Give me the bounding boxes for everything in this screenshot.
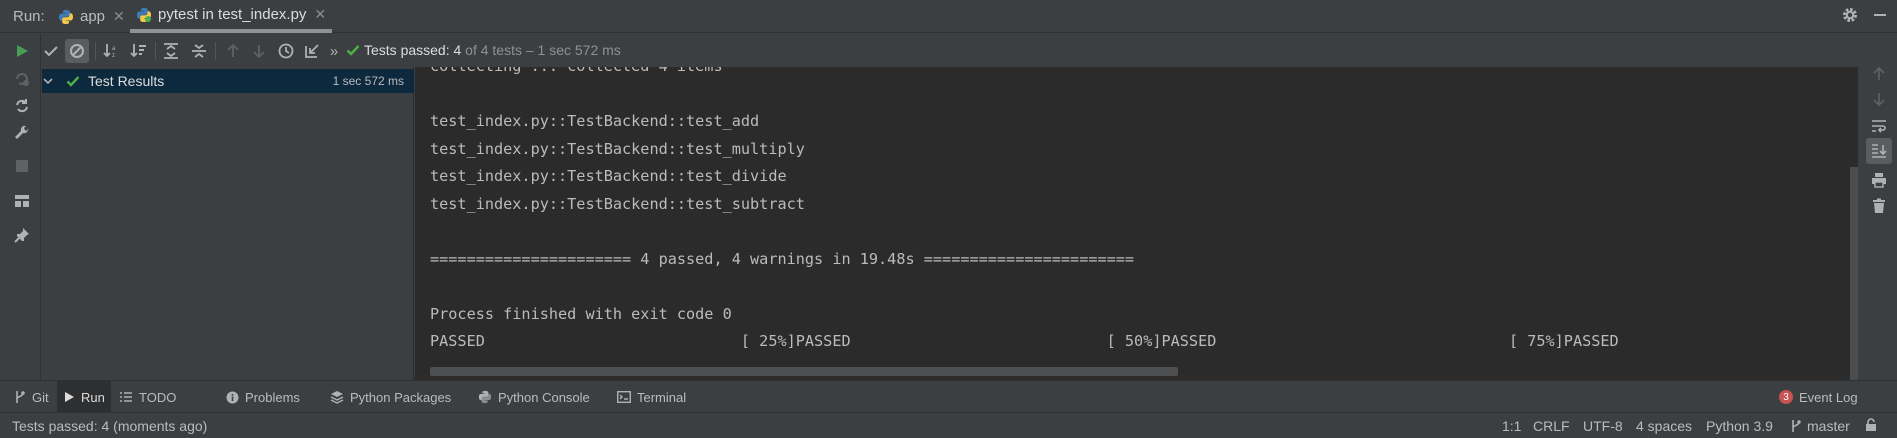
test-results-tree: Test Results 1 sec 572 ms (42, 67, 414, 380)
info-icon (226, 391, 239, 404)
chevron-down-icon[interactable] (42, 75, 54, 87)
gear-icon[interactable] (1841, 6, 1859, 24)
tool-python-console[interactable]: Python Console (472, 381, 596, 413)
vertical-scrollbar[interactable] (1850, 167, 1858, 380)
run-icon (63, 391, 75, 403)
check-icon (66, 74, 80, 88)
todo-list-icon (119, 391, 133, 403)
trash-icon[interactable] (1869, 196, 1889, 216)
show-ignored-icon[interactable] (65, 39, 89, 63)
terminal-icon (617, 391, 631, 403)
tool-problems[interactable]: Problems (220, 381, 306, 413)
tab-pytest[interactable]: pytest in test_index.py ✕ (130, 0, 333, 33)
tab-app[interactable]: app ✕ (52, 0, 131, 33)
tool-label: Git (32, 389, 49, 405)
show-passed-icon[interactable] (39, 39, 63, 63)
python-icon (58, 9, 74, 25)
run-side-toolbar (0, 34, 41, 380)
tab-label: pytest in test_index.py (158, 6, 307, 23)
status-bar: Tests passed: 4 (moments ago) 1:1 CRLF U… (0, 412, 1897, 438)
svg-text:a: a (112, 46, 116, 52)
tool-python-packages[interactable]: Python Packages (324, 381, 457, 413)
test-runner-toolbar: az » Tests passed: 4 of 4 tests – 1 sec … (42, 34, 1897, 67)
stop-icon[interactable] (11, 155, 33, 177)
tool-label: TODO (139, 389, 177, 405)
event-count-badge: 3 (1779, 390, 1793, 404)
line-separator[interactable]: CRLF (1533, 418, 1570, 434)
history-icon[interactable] (274, 39, 298, 63)
caret-position[interactable]: 1:1 (1502, 418, 1521, 434)
run-label: Run: (13, 8, 45, 25)
tool-todo[interactable]: TODO (113, 381, 182, 413)
tool-window-bar: Git Run TODO Problems Python Packages Py… (0, 380, 1897, 413)
expand-all-icon[interactable] (159, 39, 183, 63)
tool-label: Python Console (498, 389, 590, 405)
git-branch-icon (1791, 419, 1801, 433)
run-tab-bar: Run: app ✕ pytest in test_index.py ✕ (0, 0, 1897, 33)
horizontal-scrollbar[interactable] (430, 367, 1178, 376)
check-icon (346, 43, 360, 57)
pin-icon[interactable] (11, 224, 33, 246)
up-arrow-icon[interactable] (1869, 64, 1889, 84)
soft-wrap-icon[interactable] (1869, 116, 1889, 136)
collapse-all-icon[interactable] (187, 39, 211, 63)
tool-label: Problems (245, 389, 300, 405)
tool-terminal[interactable]: Terminal (611, 381, 692, 413)
wrench-icon[interactable] (11, 122, 33, 144)
print-icon[interactable] (1869, 170, 1889, 190)
python-icon (478, 390, 492, 404)
import-tests-icon[interactable] (300, 39, 324, 63)
tool-run[interactable]: Run (57, 381, 111, 413)
previous-failed-icon[interactable] (221, 39, 245, 63)
more-actions-icon[interactable]: » (322, 39, 346, 63)
tree-root-test-results[interactable]: Test Results 1 sec 572 ms (42, 69, 414, 93)
rerun-failed-icon[interactable] (11, 68, 33, 90)
tests-total-duration: of 4 tests – 1 sec 572 ms (461, 42, 621, 58)
git-branch-name: master (1807, 418, 1850, 434)
toggle-auto-test-icon[interactable] (11, 95, 33, 117)
tool-label: Event Log (1799, 389, 1858, 405)
tool-label: Python Packages (350, 389, 452, 405)
tree-root-label: Test Results (88, 73, 165, 89)
layers-icon (330, 390, 344, 404)
pytest-icon (136, 7, 152, 23)
svg-text:z: z (112, 53, 115, 59)
sort-by-duration-icon[interactable] (127, 39, 151, 63)
tab-label: app (80, 8, 106, 25)
close-icon[interactable]: ✕ (113, 8, 125, 25)
tool-event-log[interactable]: 3 Event Log (1773, 381, 1864, 413)
sort-alphabetically-icon[interactable]: az (100, 39, 124, 63)
tool-label: Run (81, 389, 105, 405)
tree-root-time: 1 sec 572 ms (332, 74, 404, 88)
file-encoding[interactable]: UTF-8 (1583, 418, 1623, 434)
close-icon[interactable]: ✕ (314, 6, 326, 23)
python-interpreter[interactable]: Python 3.9 (1706, 418, 1773, 434)
tool-label: Terminal (637, 389, 687, 405)
tests-passed-text: Tests passed: 4 (364, 42, 462, 58)
next-failed-icon[interactable] (247, 39, 271, 63)
minimize-icon[interactable] (1873, 8, 1887, 22)
scroll-to-end-icon[interactable] (1866, 138, 1892, 164)
console-text: collecting ... collected 4 items test_in… (430, 67, 1619, 350)
layout-icon[interactable] (11, 190, 33, 212)
console-side-toolbar (1859, 67, 1897, 380)
git-branch-icon (14, 390, 26, 404)
lock-icon[interactable] (1864, 418, 1878, 432)
console-output[interactable]: collecting ... collected 4 items test_in… (415, 67, 1858, 380)
tool-git[interactable]: Git (8, 381, 55, 413)
rerun-icon[interactable] (11, 40, 33, 62)
test-status-summary: Tests passed: 4 of 4 tests – 1 sec 572 m… (346, 42, 621, 58)
git-branch-widget[interactable]: master (1791, 418, 1850, 434)
down-arrow-icon[interactable] (1869, 89, 1889, 109)
indent-setting[interactable]: 4 spaces (1636, 418, 1692, 434)
status-message[interactable]: Tests passed: 4 (moments ago) (12, 418, 207, 434)
